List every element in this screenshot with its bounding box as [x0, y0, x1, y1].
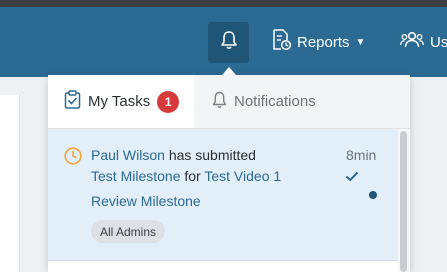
task-timestamp: 8min — [346, 147, 377, 163]
bell-outline-icon — [212, 91, 234, 113]
milestone-link[interactable]: Test Milestone — [91, 168, 180, 184]
users-icon — [400, 31, 430, 53]
reports-label: Reports — [297, 33, 350, 51]
tab-my-tasks[interactable]: My Tasks 1 — [48, 75, 194, 128]
notifications-dropdown: My Tasks 1 Notifications Paul Wilson has… — [48, 75, 410, 272]
users-label: Us — [430, 33, 447, 51]
task-target-line: Test Milestone for Test Video 1 — [91, 168, 281, 184]
users-menu[interactable]: Us — [400, 7, 447, 77]
video-link[interactable]: Test Video 1 — [204, 168, 281, 184]
dropdown-tabs: My Tasks 1 Notifications — [48, 75, 410, 129]
clock-icon — [64, 147, 82, 170]
window-top-strip — [0, 0, 447, 7]
tab-notifications-label: Notifications — [234, 93, 316, 110]
reports-menu[interactable]: Reports ▼ — [271, 7, 365, 77]
scrollbar-thumb[interactable] — [400, 131, 407, 272]
clipboard-check-icon — [64, 90, 88, 113]
checkmark-icon[interactable] — [345, 169, 359, 187]
task-count-badge: 1 — [157, 90, 180, 113]
unread-indicator — [369, 191, 377, 199]
report-document-icon — [271, 29, 297, 55]
tab-notifications[interactable]: Notifications — [212, 75, 316, 128]
background-panel — [0, 95, 20, 272]
review-milestone-link[interactable]: Review Milestone — [91, 193, 201, 209]
actor-link[interactable]: Paul Wilson — [91, 147, 165, 163]
task-action-text: has submitted — [168, 147, 256, 163]
bell-icon — [220, 30, 238, 55]
audience-tag: All Admins — [91, 220, 166, 243]
task-item[interactable]: Paul Wilson has submitted Test Milestone… — [48, 129, 398, 261]
notifications-bell-button[interactable] — [208, 22, 249, 63]
task-summary-line: Paul Wilson has submitted — [91, 147, 256, 163]
caret-down-icon: ▼ — [355, 36, 366, 48]
tab-my-tasks-label: My Tasks — [88, 93, 151, 110]
dropdown-pointer — [222, 67, 236, 75]
connector-text: for — [184, 168, 201, 184]
